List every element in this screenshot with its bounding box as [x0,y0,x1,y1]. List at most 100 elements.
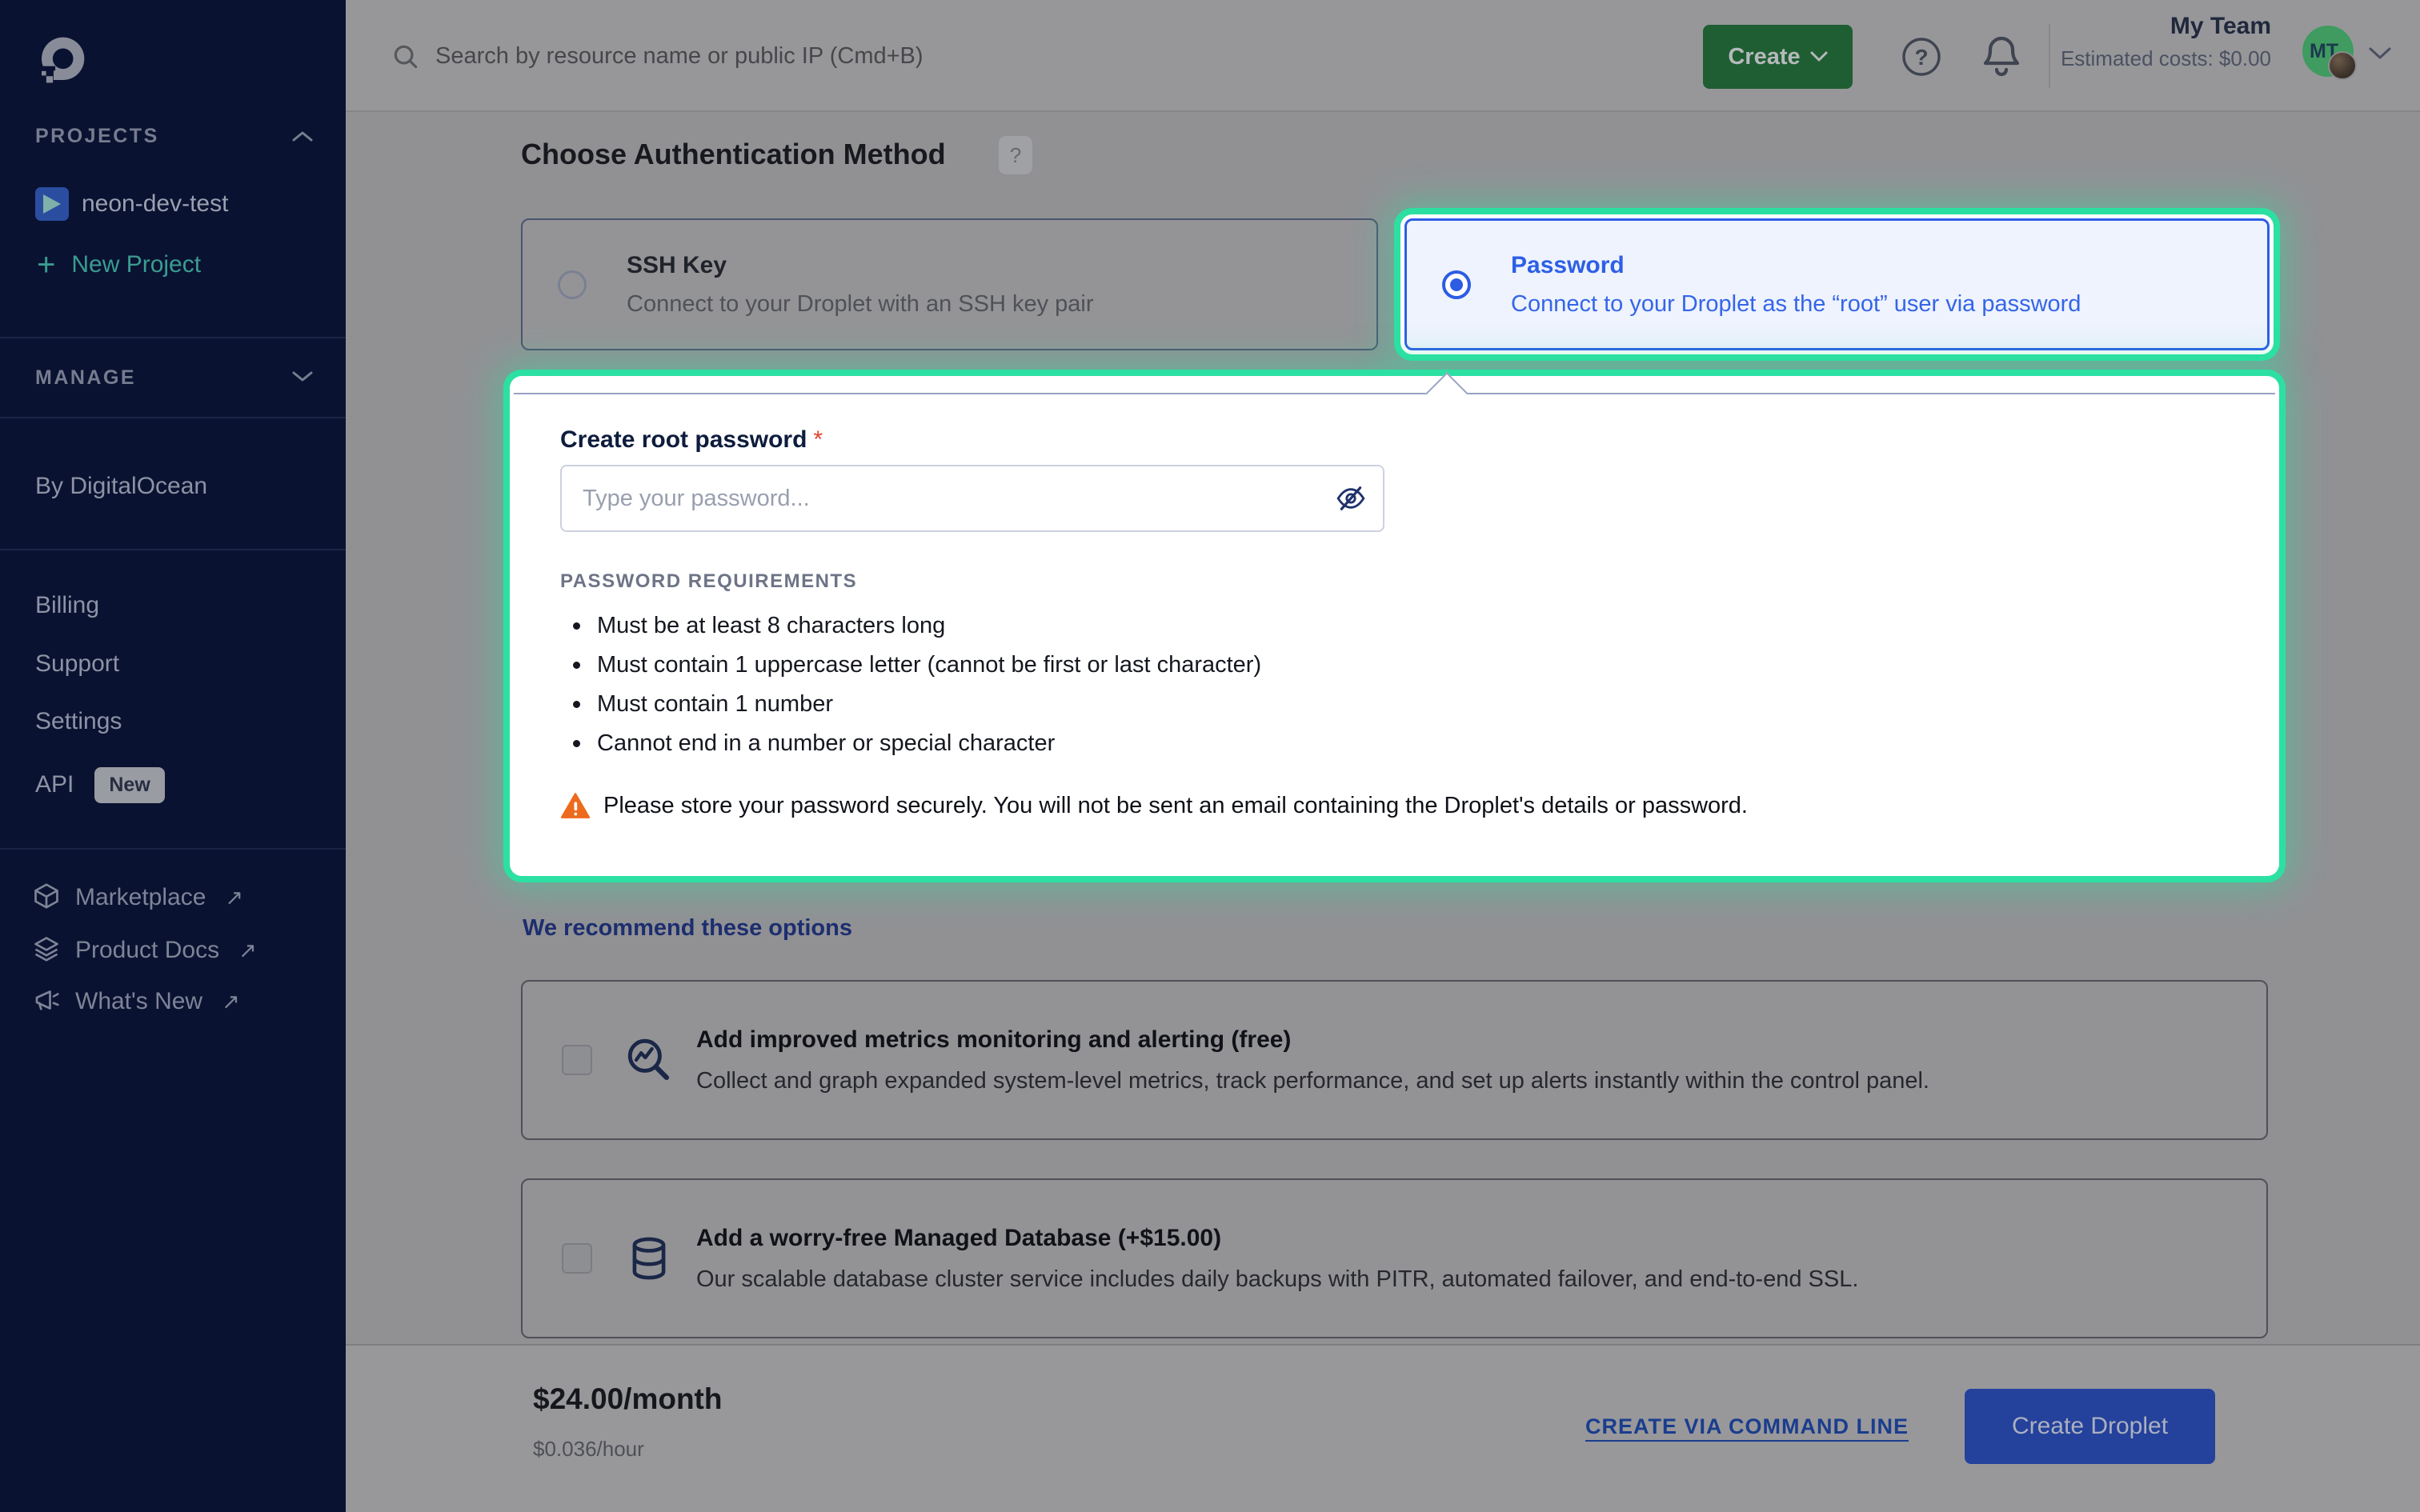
password-field-label: Create root password* [560,426,2229,454]
option-card-metrics[interactable]: Add improved metrics monitoring and aler… [521,980,2268,1140]
password-input[interactable] [560,465,1384,532]
external-link-icon: ↗ [238,938,257,963]
marketplace-label: Marketplace [75,884,206,911]
sidebar-section-manage[interactable]: MANAGE [35,363,136,392]
sidebar-item-api[interactable]: API New [35,766,165,803]
user-photo-avatar [2328,51,2357,80]
sidebar: PROJECTS neon-dev-test + New Project MAN… [0,0,346,1512]
database-icon [624,1234,674,1283]
plus-icon: + [37,249,55,281]
topbar: Create ? My Team Estimated costs: $0.00 … [346,0,2420,112]
digitalocean-logo-icon [35,35,86,86]
estimated-costs: Estimated costs: $0.00 [2061,46,2271,71]
sidebar-divider [0,848,346,850]
cube-icon [32,882,61,914]
sidebar-item-by-digitalocean[interactable]: By DigitalOcean [35,470,207,502]
password-form: Create root password* PASSWORD REQUIREME… [514,393,2275,870]
radio-unselected-icon[interactable] [558,270,587,299]
requirements-title: PASSWORD REQUIREMENTS [560,570,2229,593]
radio-selected-icon[interactable] [1442,270,1471,299]
billing-label: Billing [35,592,99,619]
product-docs-label: Product Docs [75,937,219,964]
password-label-text: Create root password [560,426,807,453]
svg-text:?: ? [1914,45,1928,70]
projects-header: PROJECTS [35,125,159,148]
requirement-item: Cannot end in a number or special charac… [560,731,2229,755]
megaphone-icon [32,986,61,1018]
chevron-down-icon [2368,46,2392,65]
notifications-bell-icon[interactable] [1980,34,2023,84]
whats-new-label: What's New [75,988,202,1015]
warning-text: Please store your password securely. You… [603,793,1748,819]
heading-help-badge[interactable]: ? [999,136,1032,174]
help-badge-glyph: ? [1010,143,1021,168]
external-link-icon: ↗ [225,886,243,910]
password-form-panel: Create root password* PASSWORD REQUIREME… [514,380,2275,872]
ssh-key-description: Connect to your Droplet with an SSH key … [627,291,1094,318]
manage-header: MANAGE [35,366,136,390]
topbar-divider [2049,24,2050,88]
password-description: Connect to your Droplet as the “root” us… [1511,291,2081,318]
database-description: Our scalable database cluster service in… [696,1266,1858,1293]
sidebar-item-settings[interactable]: Settings [35,706,122,738]
bottom-bar: $24.00/month $0.036/hour CREATE VIA COMM… [346,1344,2420,1512]
database-checkbox[interactable] [562,1243,592,1274]
sidebar-divider [0,337,346,338]
monthly-price: $24.00/month [533,1382,722,1416]
chevron-up-icon[interactable] [291,130,314,147]
external-link-icon: ↗ [222,990,240,1014]
sidebar-section-projects[interactable]: PROJECTS [35,122,159,150]
toggle-password-visibility-button[interactable] [1335,482,1367,514]
help-icon[interactable]: ? [1901,36,1942,82]
search-input[interactable] [435,32,1236,80]
project-icon [35,187,69,221]
auth-method-options: SSH Key Connect to your Droplet with an … [521,218,2270,350]
main-content: Choose Authentication Method ? SSH Key C… [346,114,2420,1512]
team-name: My Team [2061,13,2271,40]
create-via-command-line-link[interactable]: CREATE VIA COMMAND LINE [1585,1414,1909,1439]
metrics-monitoring-icon [624,1035,674,1085]
project-name: neon-dev-test [82,190,228,218]
support-label: Support [35,650,119,678]
required-asterisk: * [813,426,823,453]
password-warning: Please store your password securely. You… [560,792,2229,819]
auth-option-ssh-key[interactable]: SSH Key Connect to your Droplet with an … [521,218,1378,350]
team-menu[interactable]: My Team Estimated costs: $0.00 [2061,13,2271,71]
option-card-managed-database[interactable]: Add a worry-free Managed Database (+$15.… [521,1178,2268,1338]
requirement-item: Must contain 1 number [560,692,2229,716]
warning-icon [560,792,591,819]
requirement-item: Must be at least 8 characters long [560,614,2229,638]
chevron-down-icon[interactable] [291,370,314,387]
requirements-list: Must be at least 8 characters long Must … [560,614,2229,755]
requirement-item: Must contain 1 uppercase letter (cannot … [560,653,2229,677]
panel-caret [1425,372,1468,415]
eye-slash-icon [1335,482,1367,514]
ssh-key-title: SSH Key [627,252,1094,279]
sidebar-item-whats-new[interactable]: What's New ↗ [32,984,240,1019]
sidebar-item-support[interactable]: Support [35,648,119,680]
create-droplet-button[interactable]: Create Droplet [1965,1389,2215,1464]
chevron-down-icon [1810,51,1828,62]
password-title: Password [1511,252,2081,279]
auth-option-password[interactable]: Password Connect to your Droplet as the … [1404,218,2270,350]
api-label: API [35,771,74,798]
sidebar-item-project[interactable]: neon-dev-test [35,186,228,222]
sidebar-item-product-docs[interactable]: Product Docs ↗ [32,933,257,968]
layers-icon [32,934,61,967]
sidebar-divider [0,417,346,418]
account-menu[interactable]: MT [2302,26,2420,90]
metrics-checkbox[interactable] [562,1045,592,1075]
sidebar-item-billing[interactable]: Billing [35,590,99,622]
sidebar-item-marketplace[interactable]: Marketplace ↗ [32,880,243,915]
settings-label: Settings [35,708,122,735]
database-title: Add a worry-free Managed Database (+$15.… [696,1225,1858,1252]
metrics-title: Add improved metrics monitoring and aler… [696,1026,1929,1054]
sidebar-divider [0,549,346,550]
new-project-label: New Project [71,251,201,278]
sidebar-item-new-project[interactable]: + New Project [37,246,201,283]
create-button[interactable]: Create [1703,25,1853,89]
by-digitalocean-label: By DigitalOcean [35,473,207,500]
page-title: Choose Authentication Method [521,138,946,171]
metrics-description: Collect and graph expanded system-level … [696,1068,1929,1094]
create-button-label: Create [1728,44,1800,70]
